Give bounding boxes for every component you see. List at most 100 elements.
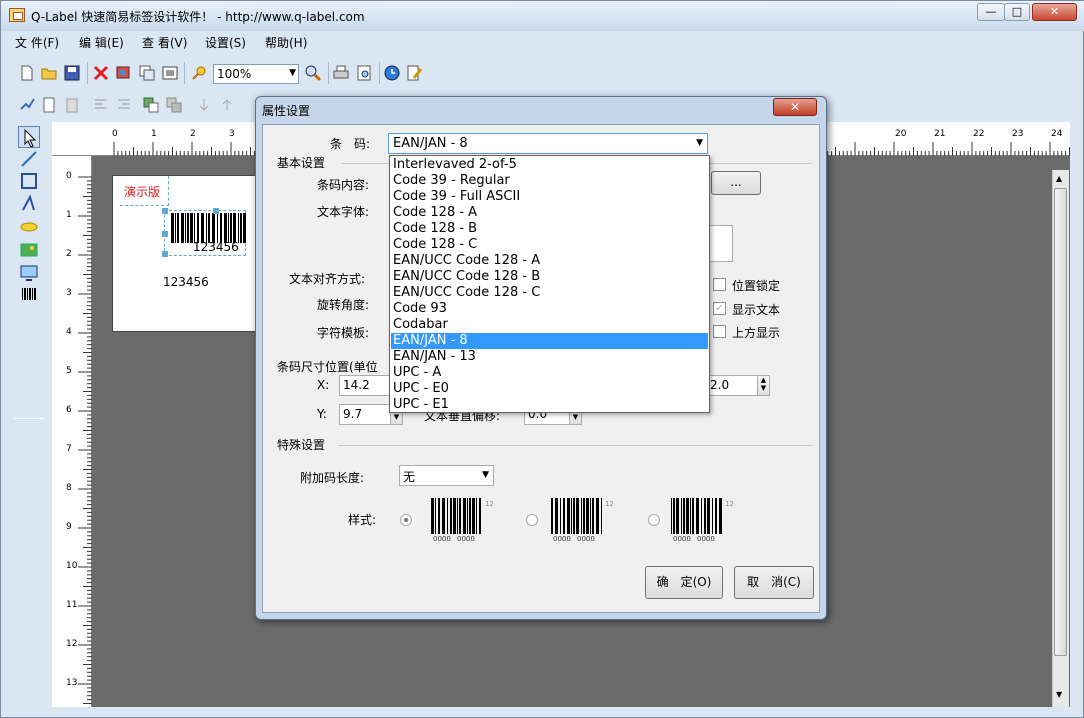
text-object[interactable]: 123456 <box>163 275 209 289</box>
style-radio-3[interactable] <box>648 514 660 526</box>
menu-settings[interactable]: 设置(S) <box>205 34 246 51</box>
minimize-button[interactable]: — <box>977 3 1005 21</box>
open-folder-icon[interactable] <box>40 64 58 82</box>
demo-watermark-text[interactable]: 演示版 <box>124 183 160 200</box>
sample-digits: 0000 <box>457 535 475 542</box>
menu-help[interactable]: 帮助(H) <box>265 34 307 51</box>
bring-front-icon[interactable] <box>142 96 160 114</box>
print-preview-icon[interactable] <box>355 64 373 82</box>
frame-tool-icon[interactable] <box>18 262 40 284</box>
paste-icon[interactable] <box>138 64 156 82</box>
tool-palette <box>10 122 48 707</box>
lock-position-checkbox[interactable] <box>713 278 726 291</box>
edit-icon[interactable] <box>406 64 424 82</box>
align-left-icon[interactable] <box>92 96 110 114</box>
image-tool-icon[interactable] <box>18 239 40 261</box>
x-input: 14.2 <box>339 375 391 396</box>
align-right-icon[interactable] <box>115 96 133 114</box>
menu-file[interactable]: 文 件(F) <box>15 34 59 51</box>
barcode-type-label: 条 码: <box>330 137 371 151</box>
sample-bar <box>551 498 553 534</box>
resize-handle[interactable] <box>162 231 168 237</box>
text-tool-icon[interactable] <box>18 193 40 215</box>
delete-icon[interactable] <box>92 64 110 82</box>
ellipse-tool-icon[interactable] <box>18 216 40 238</box>
scroll-up-icon[interactable]: ▲ <box>1056 174 1062 183</box>
save-icon[interactable] <box>63 64 81 82</box>
barcode-type-option[interactable]: Code 128 - A <box>391 205 708 221</box>
sample-bar <box>601 498 602 534</box>
scroll-down-icon[interactable]: ▼ <box>1056 690 1062 699</box>
barcode-type-dropdown[interactable]: Interlevaved 2-of-5 Code 39 - Regular Code… <box>389 155 710 413</box>
pointer-tool-icon[interactable] <box>18 126 40 148</box>
copy-doc-icon[interactable] <box>40 96 58 114</box>
barcode-bar <box>243 213 246 243</box>
copy-icon[interactable] <box>115 64 133 82</box>
resize-handle[interactable] <box>162 251 168 257</box>
style-radio-2[interactable] <box>526 514 538 526</box>
barcode-number: 123456 <box>193 240 239 254</box>
sample-bar <box>469 498 471 534</box>
barcode-type-option[interactable]: Code 39 - Full ASCII <box>391 189 708 205</box>
show-text-checkbox[interactable]: ✓ <box>713 302 726 315</box>
zoom-tool-icon[interactable] <box>304 64 322 82</box>
clock-icon[interactable] <box>383 64 401 82</box>
barcode-type-option[interactable]: EAN/JAN - 8 <box>391 333 708 349</box>
style-radio-1[interactable] <box>400 514 412 526</box>
ruler-mark: 4 <box>66 327 72 337</box>
menu-view[interactable]: 查 看(V) <box>142 34 187 51</box>
barcode-type-option[interactable]: EAN/UCC Code 128 - C <box>391 285 708 301</box>
tool-icon[interactable] <box>18 96 36 114</box>
barcode-type-option[interactable]: Codabar <box>391 317 708 333</box>
x-value: 14.2 <box>343 378 370 392</box>
dialog-close-button[interactable]: ✕ <box>773 98 817 116</box>
zoom-select[interactable]: 100% ▼ <box>213 64 299 84</box>
resize-handle[interactable] <box>162 208 168 214</box>
move-up-icon[interactable] <box>218 96 236 114</box>
barcode-type-option[interactable]: UPC - A <box>391 365 708 381</box>
resize-handle[interactable] <box>213 208 219 214</box>
barcode-type-option[interactable]: Code 93 <box>391 301 708 317</box>
barcode-type-option[interactable]: Code 128 - B <box>391 221 708 237</box>
sample-bar <box>435 498 436 534</box>
print-icon[interactable] <box>332 64 350 82</box>
barcode-tool-icon[interactable] <box>18 285 40 307</box>
sample-bar <box>596 498 599 534</box>
barcode-type-option[interactable]: EAN/UCC Code 128 - B <box>391 269 708 285</box>
line-tool-icon[interactable] <box>18 148 40 170</box>
sample-bar <box>712 498 713 534</box>
ok-button[interactable]: 确 定(O) <box>645 566 723 599</box>
send-back-icon[interactable] <box>165 96 183 114</box>
addon-length-select[interactable]: 无 ▼ <box>399 465 494 486</box>
new-file-icon[interactable] <box>18 64 36 82</box>
barcode-type-value: EAN/JAN - 8 <box>393 136 468 151</box>
barcode-type-option[interactable]: Interlevaved 2-of-5 <box>391 157 708 173</box>
barcode-type-select[interactable]: EAN/JAN - 8 ▼ <box>388 133 708 154</box>
close-window-button[interactable]: ✕ <box>1032 3 1077 21</box>
group-divider <box>338 445 812 446</box>
cancel-button[interactable]: 取 消(C) <box>734 566 814 599</box>
move-down-icon[interactable] <box>195 96 213 114</box>
sample-bar <box>671 498 672 534</box>
barcode-type-option[interactable]: UPC - E1 <box>391 397 708 413</box>
barcode-type-option[interactable]: EAN/UCC Code 128 - A <box>391 253 708 269</box>
right-spin-input[interactable]: 2.0 ▲ ▼ <box>706 375 770 396</box>
sample-bar <box>463 498 466 534</box>
sample-bar <box>707 498 710 534</box>
size-position-group: 条码尺寸位置(单位 <box>277 360 378 374</box>
zoom-in-icon[interactable] <box>190 64 208 82</box>
rectangle-tool-icon[interactable] <box>18 170 40 192</box>
barcode-type-option[interactable]: EAN/JAN - 13 <box>391 349 708 365</box>
barcode-type-option[interactable]: UPC - E0 <box>391 381 708 397</box>
ruler-mark: 22 <box>973 129 985 139</box>
barcode-type-option[interactable]: Code 128 - C <box>391 237 708 253</box>
paste-doc-icon[interactable] <box>63 96 81 114</box>
spin-icon[interactable]: ▲▼ <box>757 376 769 395</box>
select-icon[interactable] <box>161 64 179 82</box>
maximize-button[interactable]: □ <box>1004 3 1030 21</box>
barcode-type-option[interactable]: Code 39 - Regular <box>391 173 708 189</box>
browse-button[interactable]: ... <box>711 171 761 195</box>
menu-edit[interactable]: 编 辑(E) <box>79 34 124 51</box>
top-show-checkbox[interactable] <box>713 325 726 338</box>
scrollbar-thumb[interactable] <box>1054 188 1067 656</box>
